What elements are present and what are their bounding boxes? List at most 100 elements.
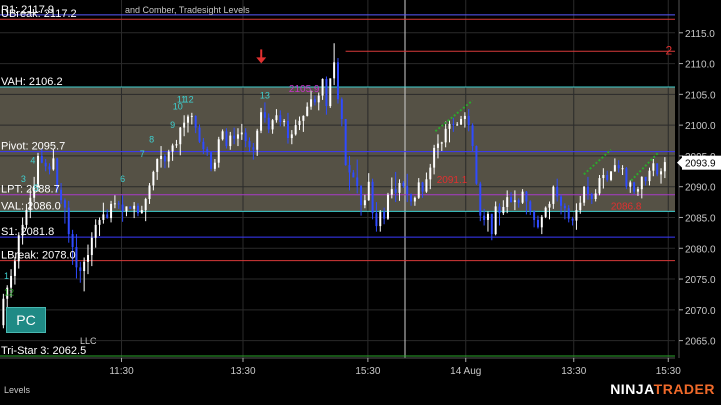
candle-body: [167, 151, 170, 162]
candle-body: [236, 134, 239, 139]
footer-label: Levels: [4, 385, 31, 395]
candle-body: [260, 112, 263, 131]
candle-body: [294, 125, 297, 135]
candle-body: [621, 168, 624, 170]
sequence-label: 1: [4, 271, 9, 281]
candle-body: [298, 120, 301, 126]
candle-body: [310, 99, 313, 107]
level-label-lpt: LPT: 2088.7: [1, 184, 60, 196]
y-tick-label: 2110.0: [685, 60, 715, 71]
price-annotation: 2: [666, 43, 673, 57]
candle-body: [436, 143, 439, 148]
candle-body: [433, 147, 436, 168]
candle-body: [113, 203, 116, 205]
candle-body: [386, 194, 389, 219]
candle-body: [171, 145, 174, 152]
candle-body: [410, 194, 413, 202]
candle-body: [544, 207, 547, 217]
candle-body: [513, 200, 516, 203]
x-tick-label: 14 Aug: [450, 366, 481, 377]
candle-body: [521, 191, 524, 203]
candle-body: [456, 124, 459, 126]
candle-body: [448, 123, 451, 129]
candle-body: [83, 261, 86, 272]
candle-body: [279, 115, 282, 123]
candle-body: [163, 155, 166, 162]
level-label-s1: S1: 2081.8: [1, 226, 54, 238]
candle-body: [629, 182, 632, 187]
candle-body: [506, 197, 509, 208]
candle-body: [586, 186, 589, 195]
candle-body: [144, 199, 147, 211]
candle-body: [75, 247, 78, 268]
candle-body: [383, 211, 386, 219]
candle-body: [302, 115, 305, 121]
pc-button[interactable]: PC: [6, 307, 46, 333]
candle-body: [556, 186, 559, 197]
candle-body: [71, 234, 74, 248]
candle-body: [640, 176, 643, 190]
candle-body: [479, 183, 482, 216]
candle-body: [360, 186, 363, 206]
sequence-label: 6: [120, 174, 125, 184]
candle-body: [483, 215, 486, 220]
candle-body: [352, 172, 355, 178]
candle-body: [471, 125, 474, 147]
candle-body: [333, 62, 336, 79]
candle-body: [625, 168, 628, 187]
candle-body: [117, 203, 120, 205]
candle-body: [44, 162, 47, 167]
candle-body: [590, 194, 593, 200]
candle-body: [656, 163, 659, 175]
candle-body: [490, 213, 493, 235]
candle-body: [598, 178, 601, 194]
candle-body: [413, 197, 416, 202]
candle-body: [494, 206, 497, 235]
candle-body: [406, 186, 409, 195]
candle-body: [452, 123, 455, 126]
candle-body: [221, 131, 224, 140]
brand-part-orange: TRADER: [653, 381, 715, 397]
sequence-label: 12: [4, 288, 14, 298]
candle-body: [136, 205, 139, 214]
candle-body: [317, 95, 320, 103]
candle-body: [13, 261, 16, 276]
level-label-vah: VAH: 2106.2: [1, 76, 63, 88]
candle-body: [148, 185, 151, 200]
candle-body: [186, 116, 189, 123]
candle-body: [560, 196, 563, 206]
candle-body: [648, 170, 651, 182]
candle-body: [313, 99, 316, 103]
price-chart[interactable]: R1: 2117.9UBreak: 2117.2VAH: 2106.2Pivot…: [0, 0, 721, 400]
level-label-lbreak: LBreak: 2078.0: [1, 250, 76, 262]
candle-body: [275, 115, 278, 121]
x-tick-label: 13:30: [561, 366, 586, 377]
y-tick-label: 2100.0: [685, 121, 716, 132]
candle-body: [636, 189, 639, 192]
candle-body: [229, 135, 232, 147]
candle-body: [379, 211, 382, 227]
candle-body: [610, 171, 613, 180]
candle-body: [183, 122, 186, 128]
sequence-label: 9: [170, 120, 175, 130]
candle-body: [133, 205, 136, 209]
candle-body: [179, 127, 182, 145]
price-annotation: 2086.8: [611, 201, 642, 212]
candle-body: [110, 203, 113, 219]
sequence-label: 8: [149, 134, 154, 144]
candle-body: [290, 134, 293, 139]
candle-body: [86, 255, 89, 262]
candle-body: [67, 207, 70, 235]
candle-body: [498, 206, 501, 214]
candle-body: [344, 118, 347, 166]
candle-body: [271, 120, 274, 130]
chart-subtitle: and Comber, Tradesight Levels: [125, 5, 250, 15]
candle-body: [417, 182, 420, 198]
candle-body: [579, 202, 582, 211]
y-tick-label: 2115.0: [685, 29, 715, 40]
candle-body: [267, 117, 270, 130]
level-label-tristar: Tri-Star 3: 2062.5: [1, 345, 86, 357]
candle-body: [429, 167, 432, 180]
candle-body: [340, 99, 343, 119]
candle-body: [467, 115, 470, 126]
